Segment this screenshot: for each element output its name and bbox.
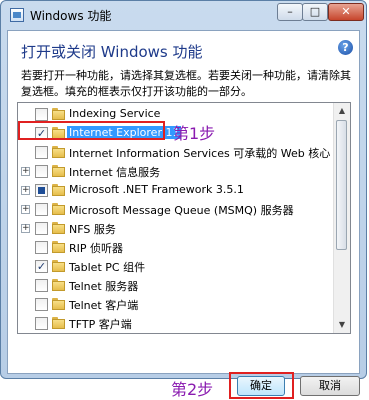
feature-checkbox[interactable]	[35, 108, 48, 121]
feature-label: Telnet 客户端	[69, 299, 139, 312]
minimize-button[interactable]: –	[277, 3, 303, 21]
feature-label: Indexing Service	[69, 107, 161, 120]
folder-icon	[52, 317, 65, 329]
folder-icon	[52, 108, 65, 120]
folder-icon	[52, 241, 65, 253]
folder-icon	[52, 279, 65, 291]
feature-label: RIP 侦听器	[69, 242, 124, 255]
feature-label: Telnet 服务器	[69, 280, 139, 293]
feature-row[interactable]: RIP 侦听器	[18, 238, 336, 257]
feature-row[interactable]: Telnet 客户端	[18, 295, 336, 314]
feature-row[interactable]: + Internet 信息服务	[18, 162, 336, 181]
feature-checkbox[interactable]	[35, 165, 48, 178]
feature-checkbox[interactable]	[35, 184, 48, 197]
feature-row[interactable]: Internet Information Services 可承载的 Web 核…	[18, 143, 336, 162]
ok-button[interactable]: 确定	[237, 376, 285, 396]
dialog-body: 打开或关闭 Windows 功能 ? 若要打开一种功能，请选择其复选框。若要关闭…	[7, 30, 360, 399]
folder-icon	[52, 260, 65, 272]
feature-checkbox[interactable]	[35, 241, 48, 254]
feature-checkbox[interactable]: ✓	[35, 260, 48, 273]
title-bar[interactable]: Windows 功能 – □ ✕	[1, 1, 366, 29]
feature-row[interactable]: TFTP 客户端	[18, 314, 336, 333]
folder-icon	[52, 222, 65, 234]
dialog-heading: 打开或关闭 Windows 功能	[21, 43, 203, 61]
feature-row[interactable]: + NFS 服务	[18, 219, 336, 238]
help-icon[interactable]: ?	[338, 40, 353, 55]
folder-icon	[52, 203, 65, 215]
cancel-button[interactable]: 取消	[300, 376, 360, 396]
feature-checkbox[interactable]	[35, 203, 48, 216]
folder-icon	[52, 165, 65, 177]
feature-label: TFTP 客户端	[69, 318, 132, 331]
feature-label: Internet 信息服务	[69, 166, 161, 179]
feature-checkbox[interactable]	[35, 279, 48, 292]
folder-icon	[52, 298, 65, 310]
scroll-up-arrow-icon[interactable]: ▲	[335, 103, 349, 119]
expand-plus-icon[interactable]: +	[21, 167, 30, 176]
feature-label: Internet Information Services 可承载的 Web 核…	[69, 147, 331, 160]
feature-row[interactable]: +Windows Process Activation Service	[18, 333, 336, 334]
dialog-description: 若要打开一种功能，请选择其复选框。若要关闭一种功能，请清除其复选框。填充的框表示…	[21, 69, 351, 98]
feature-checkbox[interactable]	[35, 146, 48, 159]
maximize-button[interactable]: □	[302, 3, 328, 21]
folder-icon	[52, 184, 65, 196]
feature-row[interactable]: Telnet 服务器	[18, 276, 336, 295]
expand-plus-icon[interactable]: +	[21, 205, 30, 214]
feature-row[interactable]: + Microsoft Message Queue (MSMQ) 服务器	[18, 200, 336, 219]
app-icon	[10, 8, 24, 22]
expand-plus-icon[interactable]: +	[21, 186, 30, 195]
close-button[interactable]: ✕	[328, 3, 364, 21]
windows-features-window: Windows 功能 – □ ✕ 打开或关闭 Windows 功能 ? 若要打开…	[0, 0, 367, 399]
feature-label: NFS 服务	[69, 223, 116, 236]
expand-plus-icon[interactable]: +	[21, 224, 30, 233]
feature-checkbox[interactable]	[35, 317, 48, 330]
scrollbar-thumb[interactable]	[336, 120, 347, 250]
scroll-down-arrow-icon[interactable]: ▼	[335, 317, 349, 333]
window-title: Windows 功能	[30, 9, 112, 23]
step2-annotation: 第2步	[171, 380, 214, 399]
step1-annotation: 第1步	[173, 124, 216, 143]
feature-label: Tablet PC 组件	[69, 261, 146, 274]
feature-checkbox[interactable]	[35, 298, 48, 311]
feature-label: Microsoft Message Queue (MSMQ) 服务器	[69, 204, 294, 217]
feature-label: Microsoft .NET Framework 3.5.1	[69, 183, 244, 196]
ie11-highlight-box	[18, 121, 165, 140]
feature-row[interactable]: ✓ Tablet PC 组件	[18, 257, 336, 276]
feature-checkbox[interactable]	[35, 222, 48, 235]
folder-icon	[52, 146, 65, 158]
feature-row[interactable]: + Microsoft .NET Framework 3.5.1	[18, 181, 336, 200]
